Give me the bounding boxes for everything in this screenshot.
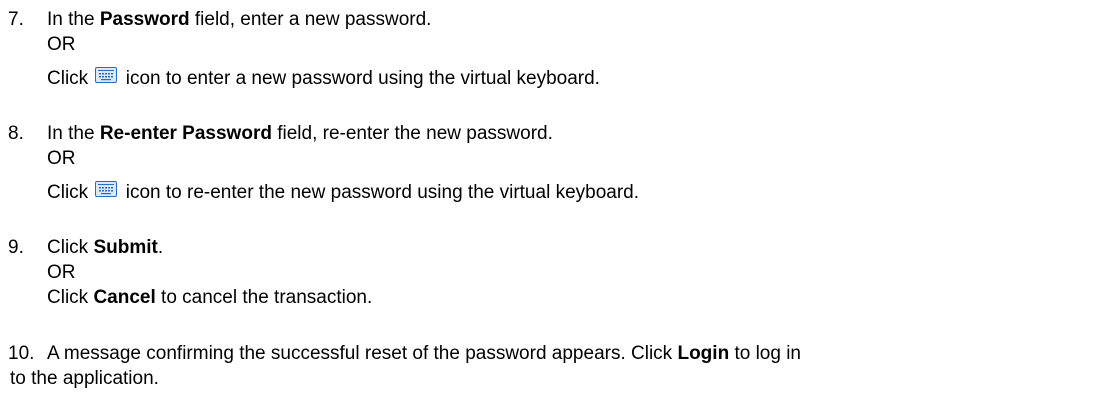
step-8-alternative: Click icon to re-enter the new password …: [47, 181, 640, 203]
or-separator: OR: [47, 34, 76, 55]
step-7-alternative: Click icon to enter a new password using…: [47, 67, 600, 89]
password-field-label: Password: [99, 9, 190, 30]
step-7-instruction: In the Password field, enter a new passw…: [47, 9, 432, 30]
step-10-instruction: A message confirming the successful rese…: [47, 343, 801, 364]
virtual-keyboard-icon: [95, 67, 118, 83]
step-number: 7.: [8, 9, 24, 30]
login-label: Login: [677, 343, 730, 364]
step-9-alternative: Click Cancel to cancel the transaction.: [47, 287, 373, 308]
or-separator: OR: [47, 262, 76, 283]
virtual-keyboard-icon: [95, 181, 118, 197]
step-number: 10.: [8, 343, 35, 364]
re-enter-password-field-label: Re-enter Password: [99, 123, 272, 144]
step-9-instruction: Click Submit.: [47, 237, 164, 258]
step-8-instruction: In the Re-enter Password field, re-enter…: [47, 123, 553, 144]
step-10-continuation: to the application.: [10, 368, 159, 389]
step-number: 9.: [8, 237, 24, 258]
cancel-label: Cancel: [93, 287, 156, 308]
step-number: 8.: [8, 123, 24, 144]
submit-label: Submit: [93, 237, 158, 258]
or-separator: OR: [47, 148, 76, 169]
